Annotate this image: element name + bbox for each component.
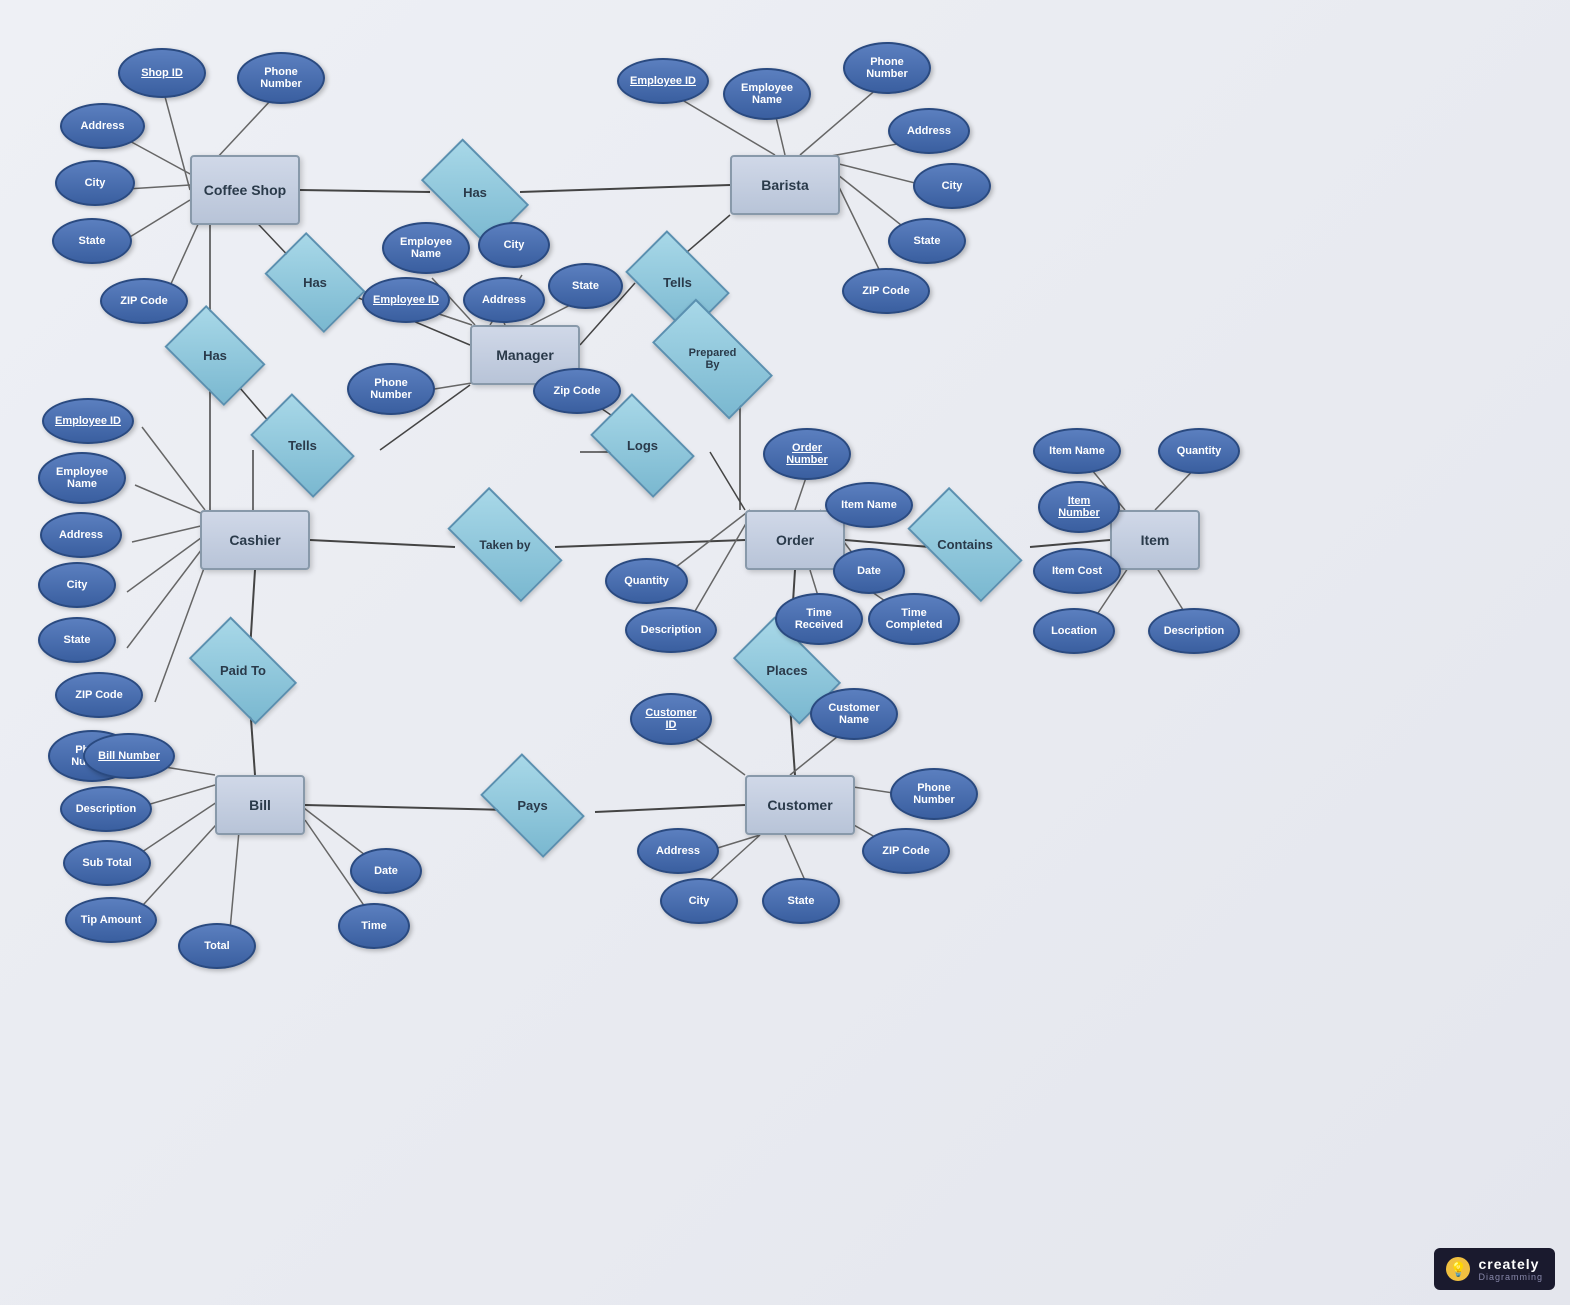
attr-ord-time-received[interactable]: TimeReceived [775, 593, 863, 645]
attr-item-itemname[interactable]: Item Name [1033, 428, 1121, 474]
relationship-has3[interactable]: Has [175, 328, 255, 383]
relationship-logs[interactable]: Logs [600, 418, 685, 473]
attr-csh-empid[interactable]: Employee ID [42, 398, 134, 444]
relationship-pays[interactable]: Pays [490, 778, 575, 833]
attr-cs-address[interactable]: Address [60, 103, 145, 149]
attr-mgr-phone[interactable]: PhoneNumber [347, 363, 435, 415]
attr-csh-zip[interactable]: ZIP Code [55, 672, 143, 718]
entity-order[interactable]: Order [745, 510, 845, 570]
attr-cust-city[interactable]: City [660, 878, 738, 924]
attr-item-qty[interactable]: Quantity [1158, 428, 1240, 474]
attr-bar-empid[interactable]: Employee ID [617, 58, 709, 104]
attr-ord-itemname[interactable]: Item Name [825, 482, 913, 528]
attr-cust-address[interactable]: Address [637, 828, 719, 874]
attr-bill-time[interactable]: Time [338, 903, 410, 949]
attr-mgr-empid[interactable]: Employee ID [362, 277, 450, 323]
attr-cust-custname[interactable]: CustomerName [810, 688, 898, 740]
relationship-tells1[interactable]: Tells [635, 255, 720, 310]
attr-item-itemcost[interactable]: Item Cost [1033, 548, 1121, 594]
attr-bill-billnum[interactable]: Bill Number [83, 733, 175, 779]
attr-ord-date[interactable]: Date [833, 548, 905, 594]
creately-logo[interactable]: 💡 creately Diagramming [1434, 1248, 1555, 1290]
attr-csh-address[interactable]: Address [40, 512, 122, 558]
relationship-tells2[interactable]: Tells [260, 418, 345, 473]
relationship-paid-to[interactable]: Paid To [198, 643, 288, 698]
attr-item-desc[interactable]: Description [1148, 608, 1240, 654]
attr-mgr-city[interactable]: City [478, 222, 550, 268]
attr-mgr-state[interactable]: State [548, 263, 623, 309]
attr-cs-city[interactable]: City [55, 160, 135, 206]
attr-bar-phone[interactable]: PhoneNumber [843, 42, 931, 94]
attr-cs-zip[interactable]: ZIP Code [100, 278, 188, 324]
attr-bill-total[interactable]: Total [178, 923, 256, 969]
relationship-taken-by[interactable]: Taken by [455, 517, 555, 572]
attr-bar-address[interactable]: Address [888, 108, 970, 154]
attr-bar-empname[interactable]: EmployeeName [723, 68, 811, 120]
attr-bar-city[interactable]: City [913, 163, 991, 209]
attr-cs-shopid[interactable]: Shop ID [118, 48, 206, 98]
entity-coffee-shop[interactable]: Coffee Shop [190, 155, 300, 225]
attr-mgr-zip[interactable]: Zip Code [533, 368, 621, 414]
attr-csh-empname[interactable]: EmployeeName [38, 452, 126, 504]
attr-bill-desc[interactable]: Description [60, 786, 152, 832]
attr-cust-custid[interactable]: CustomerID [630, 693, 712, 745]
entity-bill[interactable]: Bill [215, 775, 305, 835]
relationship-has2[interactable]: Has [275, 255, 355, 310]
attr-ord-qty[interactable]: Quantity [605, 558, 688, 604]
attr-cs-state[interactable]: State [52, 218, 132, 264]
attr-csh-state[interactable]: State [38, 617, 116, 663]
attr-bill-date[interactable]: Date [350, 848, 422, 894]
attr-ord-time-completed[interactable]: TimeCompleted [868, 593, 960, 645]
attr-item-location[interactable]: Location [1033, 608, 1115, 654]
creately-bulb-icon: 💡 [1446, 1257, 1470, 1281]
attr-csh-city[interactable]: City [38, 562, 116, 608]
attr-bill-tip[interactable]: Tip Amount [65, 897, 157, 943]
relationship-places[interactable]: Places [742, 643, 832, 698]
attr-cust-state[interactable]: State [762, 878, 840, 924]
entity-cashier[interactable]: Cashier [200, 510, 310, 570]
relationship-prepared-by[interactable]: PreparedBy [660, 330, 765, 388]
entity-customer[interactable]: Customer [745, 775, 855, 835]
er-diagram-canvas: Coffee Shop Barista Manager Cashier Orde… [0, 0, 1570, 1305]
relationship-has1[interactable]: Has [430, 165, 520, 220]
attr-bill-subtotal[interactable]: Sub Total [63, 840, 151, 886]
attr-mgr-empname[interactable]: EmployeeName [382, 222, 470, 274]
attr-ord-ordernum[interactable]: OrderNumber [763, 428, 851, 480]
attr-ord-desc[interactable]: Description [625, 607, 717, 653]
attr-bar-state[interactable]: State [888, 218, 966, 264]
entity-barista[interactable]: Barista [730, 155, 840, 215]
creately-logo-text: creately Diagramming [1478, 1256, 1543, 1282]
attr-item-itemnum[interactable]: ItemNumber [1038, 481, 1120, 533]
attr-bar-zip[interactable]: ZIP Code [842, 268, 930, 314]
attr-cust-phone[interactable]: PhoneNumber [890, 768, 978, 820]
entity-item[interactable]: Item [1110, 510, 1200, 570]
attr-cs-phone[interactable]: PhoneNumber [237, 52, 325, 104]
attr-mgr-address[interactable]: Address [463, 277, 545, 323]
relationship-contains[interactable]: Contains [915, 517, 1015, 572]
attr-cust-zip[interactable]: ZIP Code [862, 828, 950, 874]
